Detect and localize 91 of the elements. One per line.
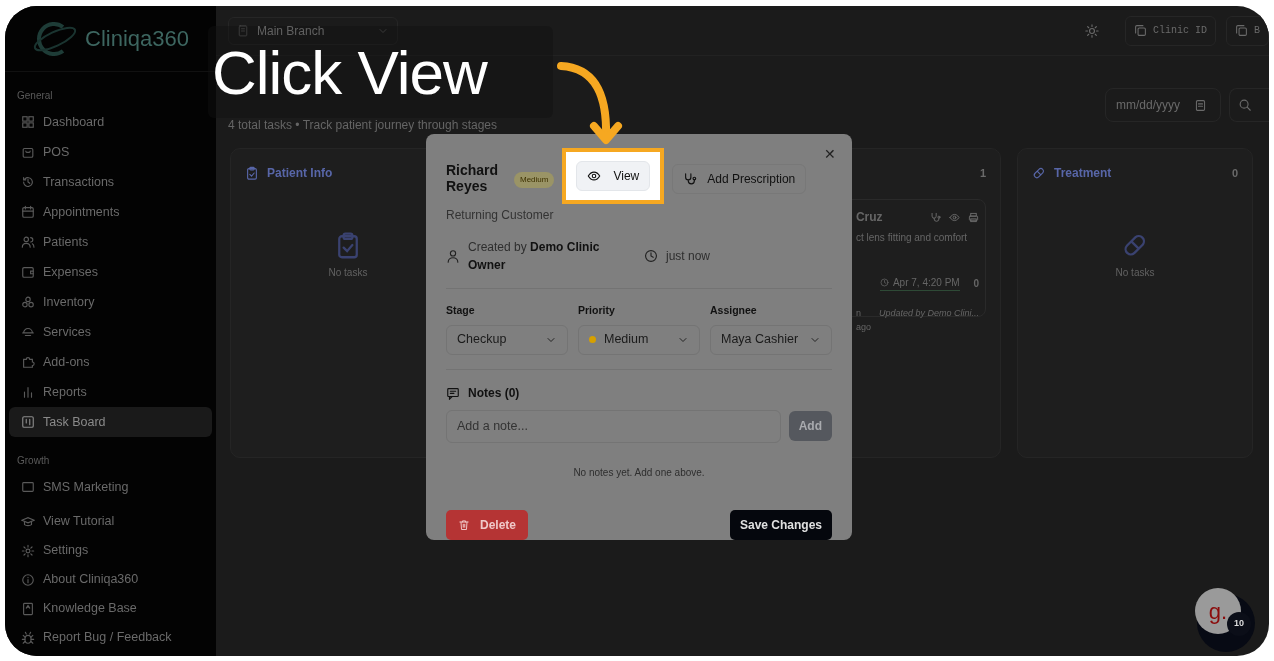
grid-icon — [21, 115, 35, 129]
patient-type: Returning Customer — [446, 207, 555, 224]
cloche-icon — [21, 325, 35, 339]
sidebar-item[interactable]: Services — [9, 317, 212, 347]
column-title: Treatment — [1054, 165, 1112, 182]
sidebar-item[interactable]: Add-ons — [9, 347, 212, 377]
copy-button[interactable]: Clinic ID — [1124, 15, 1216, 46]
copy-icon — [1133, 24, 1147, 37]
field-label: Priority — [578, 303, 616, 318]
task-count: 1 — [979, 165, 986, 181]
sidebar-item[interactable]: Expenses — [9, 257, 212, 287]
sidebar-item[interactable]: About Cliniqa360 — [9, 565, 212, 594]
notes-heading: Notes (0) — [468, 384, 520, 402]
sidebar-item[interactable]: Report Bug / Feedback — [9, 623, 212, 652]
eye-icon — [949, 211, 960, 223]
section-heading: General — [16, 89, 54, 103]
bar-chart-icon — [21, 385, 35, 399]
sidebar-item[interactable]: Knowledge Base — [9, 594, 212, 623]
created-by: Created by Demo Clinic Owner — [468, 239, 601, 274]
circles-icon — [21, 295, 35, 309]
graduation-cap-icon — [21, 514, 35, 529]
brand-name: Cliniqa360 — [85, 25, 189, 53]
book-icon — [21, 601, 35, 616]
task-description: ct lens fitting and comfort — [855, 231, 969, 245]
column-title: Patient Info — [267, 165, 333, 182]
stethoscope-icon — [930, 211, 941, 223]
clipboard-icon — [245, 166, 259, 180]
select-field[interactable]: Checkup — [446, 324, 568, 355]
view-button[interactable]: View — [576, 161, 651, 191]
user-icon — [446, 249, 460, 263]
eye-icon — [587, 169, 602, 183]
sidebar-item[interactable]: Transactions — [9, 167, 212, 197]
empty-message: No tasks — [1115, 266, 1155, 280]
field-label: Stage — [446, 303, 476, 318]
sidebar-item[interactable]: Inventory — [9, 287, 212, 317]
clock-icon — [879, 278, 889, 287]
bug-icon — [21, 630, 35, 645]
branch-select[interactable]: Main Branch — [228, 16, 398, 45]
task-count: 0 — [1231, 165, 1238, 181]
message-icon — [21, 480, 35, 494]
due-date-text: Apr 7, 4:20 PM — [892, 276, 960, 290]
updated-by: Updated by Demo Clini... — [878, 307, 979, 320]
section-heading: Growth — [16, 454, 51, 468]
sidebar-item[interactable]: SMS Marketing — [9, 472, 212, 502]
sun-icon — [1084, 24, 1099, 39]
info-icon — [21, 572, 35, 587]
comment-count: 0 — [973, 276, 979, 291]
priority-badge: Medium — [514, 172, 555, 188]
search-field[interactable] — [1229, 88, 1269, 122]
users-icon — [21, 235, 35, 249]
settings-icon — [21, 543, 35, 558]
sidebar-item[interactable]: Reports — [9, 377, 212, 407]
calendar-icon — [1194, 98, 1207, 112]
board-icon — [21, 415, 35, 429]
note-input[interactable]: Add a note... — [446, 409, 781, 443]
puzzle-icon — [21, 355, 35, 369]
sidebar-item[interactable]: Task Board — [9, 407, 212, 437]
close-button[interactable]: ✕ — [822, 144, 838, 165]
wallet-icon — [21, 265, 35, 279]
notification-count: 10 — [1227, 612, 1251, 636]
building-icon — [237, 24, 249, 37]
select-field[interactable]: Maya Cashier — [710, 324, 832, 355]
page-subtitle: 4 total tasks • Track patient journey through stages — [228, 117, 497, 134]
sidebar-item[interactable]: POS — [9, 137, 212, 167]
stethoscope-icon — [683, 172, 698, 186]
printer-icon — [968, 211, 979, 223]
empty-message: No tasks — [328, 266, 368, 280]
copy-button[interactable]: B — [1226, 15, 1269, 46]
sidebar-item[interactable]: Patients — [9, 227, 212, 257]
date-field[interactable]: mm/dd/yyyy — [1105, 88, 1221, 122]
search-icon — [1238, 98, 1252, 112]
delete-button[interactable]: Delete — [446, 509, 529, 540]
patient-name: Richard Reyes — [446, 162, 500, 194]
sidebar-item[interactable]: View Tutorial — [9, 507, 212, 536]
sidebar-item[interactable]: Settings — [9, 536, 212, 565]
pill-icon — [1032, 166, 1046, 180]
message-icon — [446, 385, 460, 400]
created-time: just now — [666, 248, 711, 265]
task-patient-name: Cruz — [855, 209, 883, 226]
clock-icon — [644, 249, 658, 263]
copy-icon — [1235, 24, 1248, 37]
add-prescription-button[interactable]: Add Prescription — [672, 164, 807, 194]
select-field[interactable]: Medium — [578, 324, 700, 355]
empty-notes-message: No notes yet. Add one above. — [572, 465, 706, 480]
calendar-icon — [21, 205, 35, 219]
trash-icon — [458, 518, 470, 531]
sidebar-item[interactable]: Dashboard — [9, 107, 212, 137]
save-button[interactable]: Save Changes — [729, 509, 832, 540]
bag-icon — [21, 145, 35, 159]
history-icon — [21, 175, 35, 189]
sidebar-item[interactable]: Appointments — [9, 197, 212, 227]
